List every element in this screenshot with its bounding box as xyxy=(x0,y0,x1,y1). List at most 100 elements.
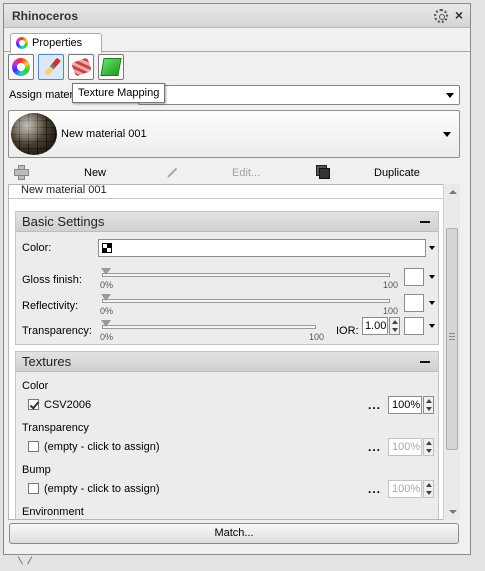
collapse-minus-icon[interactable] xyxy=(420,361,430,363)
transparency-color-swatch[interactable] xyxy=(404,317,424,335)
reflectivity-label: Reflectivity: xyxy=(22,300,79,312)
color-texture-name[interactable]: CSV2006 xyxy=(44,399,91,411)
material-preview-thumbnail xyxy=(11,113,57,155)
edit-button: Edit... xyxy=(232,167,261,179)
properties-color-wheel-icon xyxy=(16,37,28,49)
transparency-texture-checkbox[interactable] xyxy=(28,441,39,452)
basic-settings-header[interactable]: Basic Settings xyxy=(16,212,438,232)
close-icon[interactable]: × xyxy=(455,7,463,23)
slider-thumb[interactable] xyxy=(101,294,111,301)
chevron-down-icon[interactable] xyxy=(429,301,435,305)
slider-thumb[interactable] xyxy=(101,320,111,327)
slider-track xyxy=(102,325,316,329)
textures-group: Textures Color CSV2006 ... 100% Transpar… xyxy=(15,351,439,519)
scroll-down-arrow-icon[interactable] xyxy=(449,510,457,514)
bump-texture-amount: 100% xyxy=(392,483,421,495)
color-picker-field[interactable] xyxy=(98,239,426,257)
tab-strip: Properties xyxy=(4,28,470,53)
material-name-text: New material 001 xyxy=(21,184,107,196)
tooltip: Texture Mapping xyxy=(72,83,166,103)
chevron-down-icon xyxy=(443,132,451,137)
grip-icon xyxy=(449,333,455,340)
slider-min-label: 0% xyxy=(100,306,114,316)
material-page-button[interactable] xyxy=(8,54,34,80)
tab-properties[interactable]: Properties xyxy=(10,33,102,53)
material-toolbar: New Edit... Duplicate xyxy=(0,162,466,184)
reflectivity-color-swatch[interactable] xyxy=(404,294,424,312)
scroll-up-arrow-icon[interactable] xyxy=(449,190,457,194)
collapse-minus-icon[interactable] xyxy=(420,221,430,223)
slider-max-label: 100 xyxy=(382,306,398,316)
bump-texture-slot[interactable]: (empty - click to assign) xyxy=(44,483,160,495)
transparency-slider[interactable]: 0% 100 xyxy=(100,320,324,342)
bump-texture-browse-button[interactable]: ... xyxy=(368,482,381,496)
settings-gear-icon[interactable] xyxy=(434,9,448,23)
slider-thumb[interactable] xyxy=(101,268,111,275)
material-icon xyxy=(12,58,30,76)
reflectivity-slider[interactable]: 0% 100 xyxy=(100,294,398,316)
transparency-texture-amount-input: 100% xyxy=(388,438,422,456)
paintbrush-page-button[interactable] xyxy=(38,54,64,80)
textures-header[interactable]: Textures xyxy=(16,352,438,372)
material-name-field[interactable]: New material 001 xyxy=(9,184,443,199)
transparency-label: Transparency: xyxy=(22,325,92,337)
slider-min-label: 0% xyxy=(100,280,114,290)
vertical-scrollbar[interactable] xyxy=(443,184,460,520)
bump-texture-amount-input: 100% xyxy=(388,480,422,498)
decal-page-button[interactable] xyxy=(98,54,124,80)
texture-mapping-page-button[interactable] xyxy=(68,54,94,80)
texture-transparency-label: Transparency xyxy=(22,422,89,434)
material-selector-dropdown[interactable]: New material 001 xyxy=(8,110,460,158)
gloss-color-swatch[interactable] xyxy=(404,268,424,286)
bump-texture-checkbox[interactable] xyxy=(28,483,39,494)
color-texture-amount-spinner[interactable] xyxy=(423,396,434,414)
chevron-down-icon[interactable] xyxy=(429,275,435,279)
match-button[interactable]: Match... xyxy=(9,523,459,544)
chevron-down-icon[interactable] xyxy=(429,246,435,250)
texture-bump-label: Bump xyxy=(22,464,51,476)
ior-label: IOR: xyxy=(336,325,359,337)
decal-icon xyxy=(100,58,122,76)
color-texture-amount-input[interactable]: 100% xyxy=(388,396,422,414)
tab-properties-label: Properties xyxy=(32,37,83,49)
ior-spinner[interactable] xyxy=(389,317,400,335)
duplicate-button[interactable]: Duplicate xyxy=(374,167,420,179)
texture-color-label: Color xyxy=(22,380,49,392)
transparency-texture-browse-button[interactable]: ... xyxy=(368,440,381,454)
slider-max-label: 100 xyxy=(382,280,398,290)
plus-icon[interactable] xyxy=(14,165,29,180)
textures-title: Textures xyxy=(22,354,72,369)
pencil-icon xyxy=(167,167,178,178)
basic-settings-title: Basic Settings xyxy=(22,214,105,229)
scrollbar-thumb[interactable] xyxy=(446,228,458,450)
slider-min-label: 0% xyxy=(100,332,114,342)
material-name-label: New material 001 xyxy=(61,128,147,140)
basic-settings-group: Basic Settings Color: Gloss finish: 0% 1… xyxy=(15,211,439,345)
panel-titlebar[interactable]: Rhinoceros × xyxy=(4,4,470,28)
transparency-texture-amount-spinner xyxy=(423,438,434,456)
paintbrush-icon xyxy=(44,57,61,77)
bump-texture-amount-spinner xyxy=(423,480,434,498)
transparency-texture-amount: 100% xyxy=(392,441,421,453)
duplicate-icon[interactable] xyxy=(316,165,330,179)
slider-max-label: 100 xyxy=(308,332,324,342)
chevron-down-icon xyxy=(446,93,454,98)
color-swatch-icon xyxy=(102,243,112,253)
slider-track xyxy=(102,299,390,303)
properties-scroll-area: New material 001 Basic Settings Color: G… xyxy=(8,184,460,520)
color-label: Color: xyxy=(22,242,52,254)
slider-track xyxy=(102,273,390,277)
gloss-finish-slider[interactable]: 0% 100 xyxy=(100,268,398,290)
texture-mapping-icon xyxy=(71,57,92,77)
transparency-texture-slot[interactable]: (empty - click to assign) xyxy=(44,441,160,453)
chevron-down-icon[interactable] xyxy=(429,324,435,328)
new-button[interactable]: New xyxy=(84,167,106,179)
color-texture-browse-button[interactable]: ... xyxy=(368,398,381,412)
gloss-finish-label: Gloss finish: xyxy=(22,274,82,286)
dock-anchor-icon xyxy=(18,556,32,570)
color-texture-checkbox[interactable] xyxy=(28,399,39,410)
texture-environment-label: Environment xyxy=(22,506,84,518)
assign-material-label: Assign mater xyxy=(9,89,74,101)
assign-material-dropdown[interactable] xyxy=(138,85,460,105)
ior-input[interactable]: 1.00 xyxy=(362,317,388,335)
